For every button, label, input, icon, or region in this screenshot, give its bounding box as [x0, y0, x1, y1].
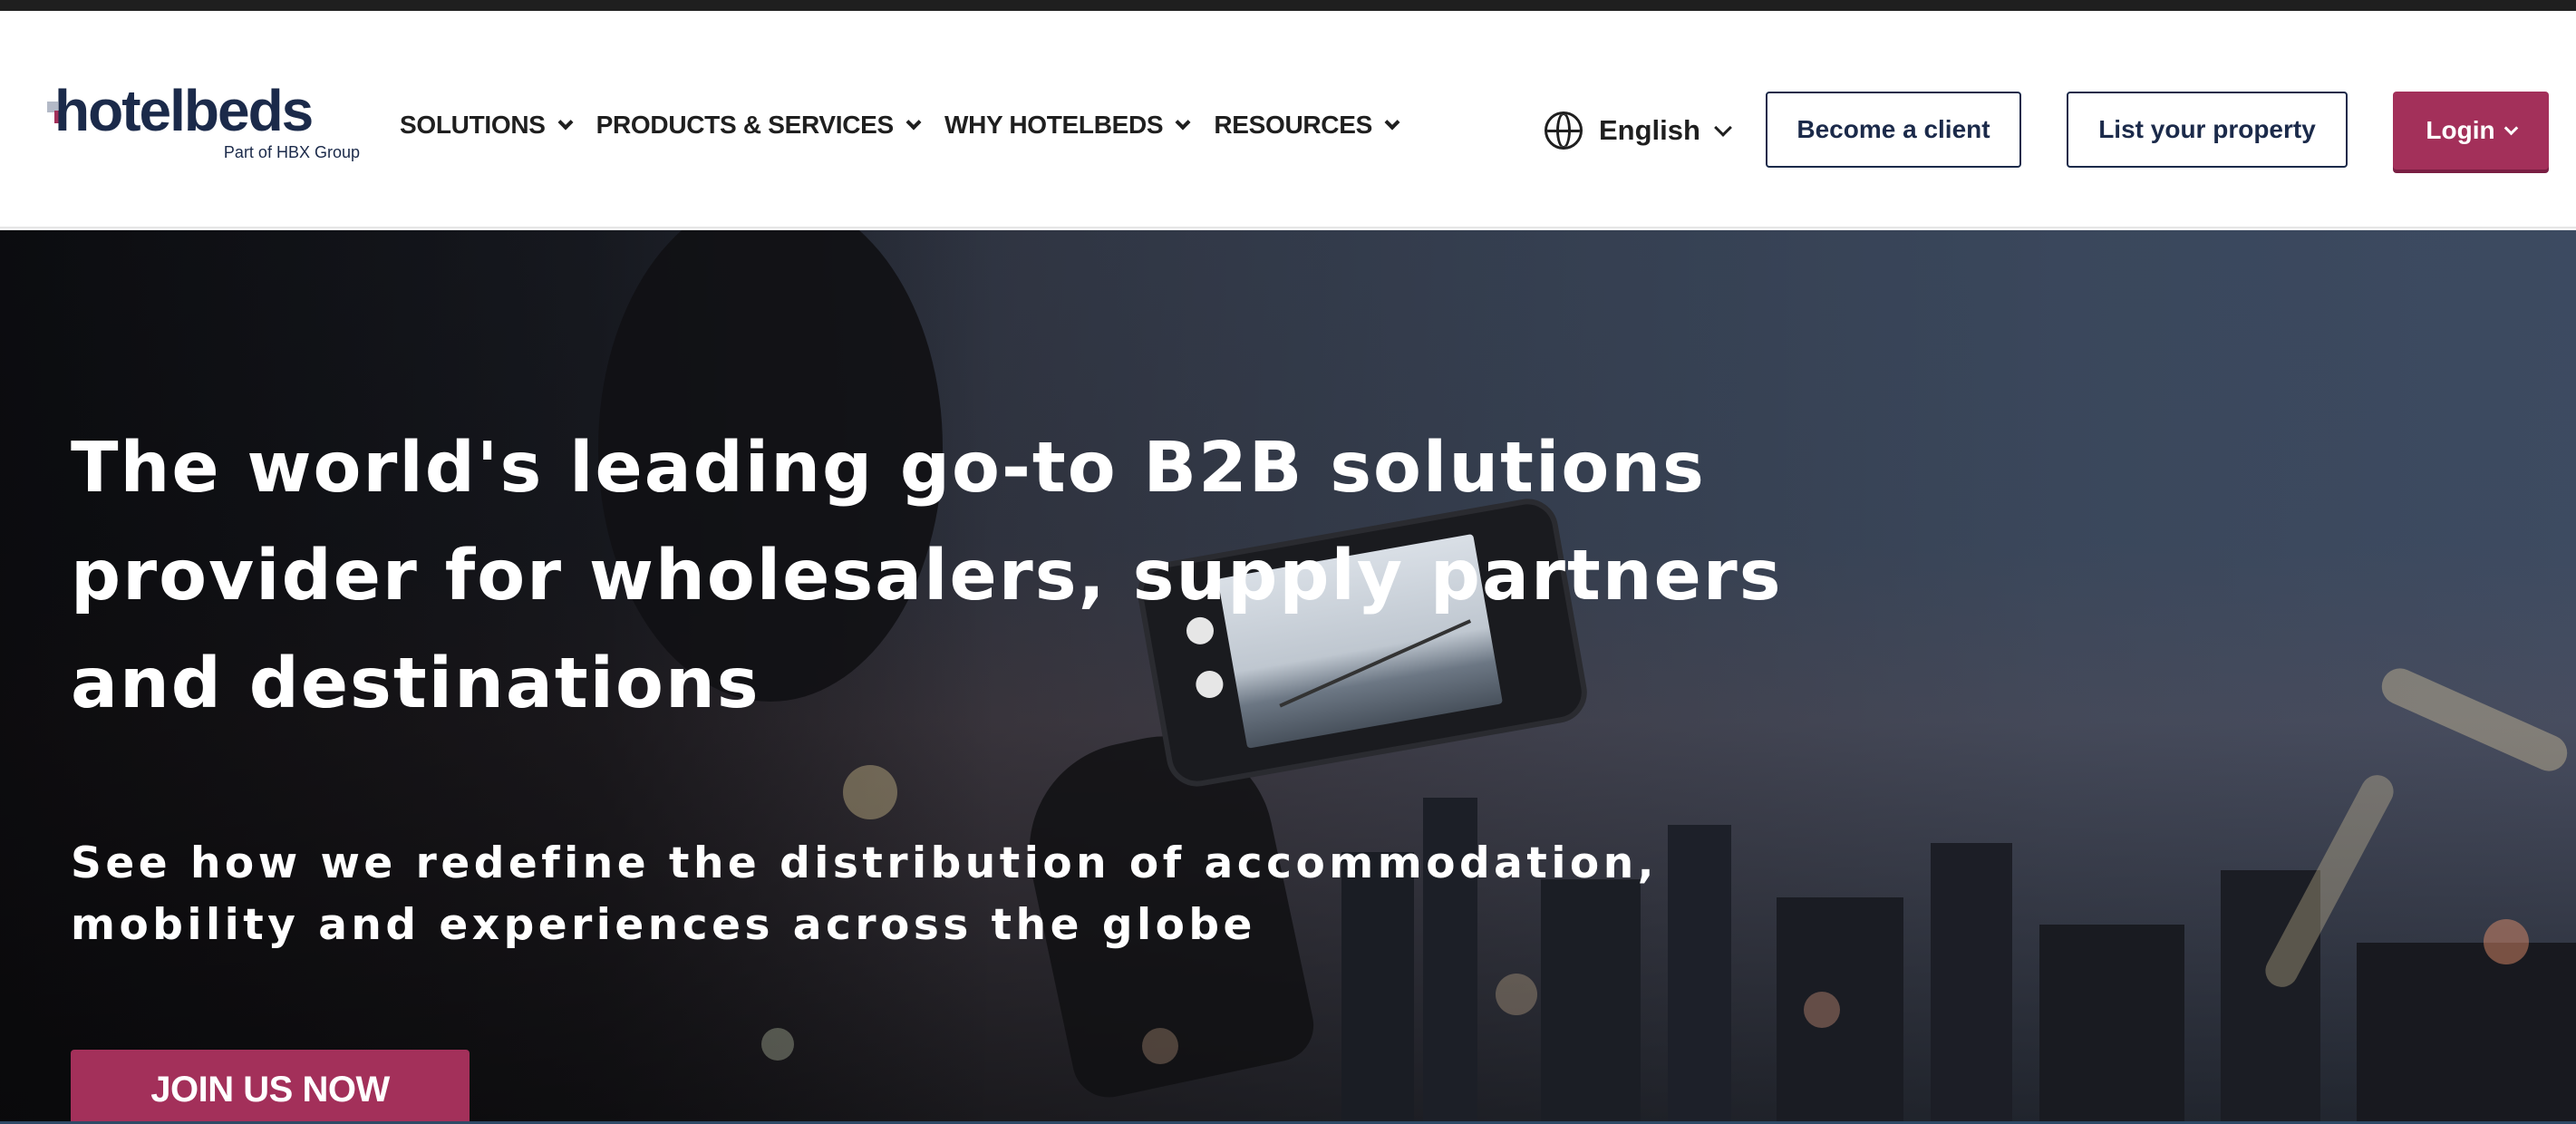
bokeh-light: [843, 765, 897, 819]
logo-tagline: Part of HBX Group: [223, 143, 360, 161]
nav-item-label: RESOURCES: [1214, 111, 1372, 139]
become-client-button[interactable]: Become a client: [1766, 92, 2021, 168]
hero-title: The world's leading go-to B2B solutions …: [71, 428, 1783, 724]
become-client-label: Become a client: [1796, 115, 1990, 143]
hero-subtitle: See how we redefine the distribution of …: [71, 838, 1659, 950]
hotelbeds-logo[interactable]: hotelbeds Part of HBX Group: [47, 74, 360, 165]
language-label: English: [1599, 114, 1700, 146]
nav-item-label: WHY HOTELBEDS: [944, 111, 1164, 139]
login-label: Login: [2426, 116, 2495, 144]
join-us-now-label: JOIN US NOW: [150, 1070, 390, 1109]
chevron-down-icon: [2503, 121, 2518, 135]
chevron-down-icon: [1384, 114, 1400, 131]
bokeh-light: [2484, 919, 2529, 964]
list-property-button[interactable]: List your property: [2067, 92, 2348, 168]
bokeh-light: [1496, 974, 1537, 1015]
chevron-down-icon: [557, 114, 574, 131]
top-strip: [0, 0, 2576, 11]
language-selector[interactable]: English: [1545, 109, 1732, 152]
globe-icon: [1545, 111, 1583, 150]
nav-item-solutions[interactable]: SOLUTIONS: [400, 107, 574, 143]
bokeh-light: [761, 1028, 794, 1061]
login-button[interactable]: Login: [2393, 92, 2549, 170]
logo-wordmark: hotelbeds: [54, 78, 314, 143]
chevron-down-icon: [1175, 114, 1191, 131]
bokeh-light: [1142, 1028, 1178, 1064]
chevron-down-icon: [905, 114, 922, 131]
site-header: hotelbeds Part of HBX Group SOLUTIONS PR…: [0, 11, 2576, 228]
bokeh-light: [1804, 992, 1840, 1028]
nav-item-label: PRODUCTS & SERVICES: [596, 111, 895, 139]
nav-item-resources[interactable]: RESOURCES: [1214, 107, 1400, 143]
hero-section: The world's leading go-to B2B solutions …: [0, 230, 2576, 1124]
nav-item-why-hotelbeds[interactable]: WHY HOTELBEDS: [944, 107, 1191, 143]
nav-item-products-services[interactable]: PRODUCTS & SERVICES: [596, 107, 922, 143]
chevron-down-icon: [1714, 119, 1732, 137]
list-property-label: List your property: [2098, 115, 2316, 143]
nav-item-label: SOLUTIONS: [400, 111, 546, 139]
main-nav: SOLUTIONS PRODUCTS & SERVICES WHY HOTELB…: [400, 107, 1423, 143]
join-us-now-button[interactable]: JOIN US NOW: [71, 1050, 470, 1124]
